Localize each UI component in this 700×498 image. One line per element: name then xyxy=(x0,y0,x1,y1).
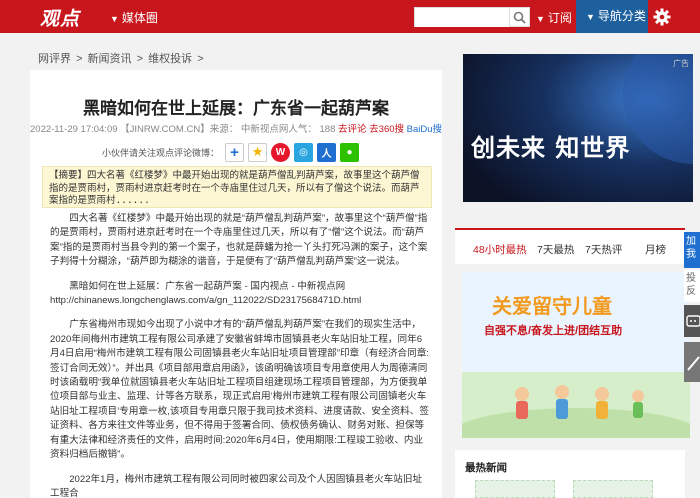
search-button[interactable] xyxy=(510,7,530,27)
chat-icon xyxy=(686,315,700,327)
media-menu-label: 媒体圈 xyxy=(121,11,158,25)
media-menu[interactable]: ▼ 媒体圈 xyxy=(110,9,158,26)
share-wechat-icon[interactable]: ● xyxy=(340,142,360,162)
site-logo[interactable]: 观点 xyxy=(40,4,80,31)
settings-gear-button[interactable] xyxy=(652,7,672,27)
tab-7d-hot[interactable]: 7天最热 xyxy=(537,242,574,257)
breadcrumb-link-complaints[interactable]: 维权投诉 xyxy=(148,53,192,65)
nav-category-label: 导航分类 xyxy=(597,9,646,23)
ad-children-illustration xyxy=(462,385,690,438)
article-views: 188 xyxy=(319,124,336,135)
article-meta: 2022-11-29 17:04:09 【JINRW.COM.CN】来源： 中新… xyxy=(30,121,442,135)
search-box xyxy=(414,7,510,27)
caret-down-icon: ▼ xyxy=(586,12,595,22)
latest-news-title: 最热新闻 xyxy=(465,462,507,474)
tab-monthly[interactable]: 月榜 xyxy=(645,242,666,257)
article-author: 中新视点网人气： xyxy=(240,124,317,135)
share-tencent-icon[interactable]: ◎ xyxy=(294,142,314,162)
ad-top-text: 创未来 知世界 xyxy=(471,134,631,162)
share-weibo-icon[interactable]: W xyxy=(271,142,291,162)
ranking-tabs: 48小时最热 7天最热 7天热评 月榜 xyxy=(455,228,685,264)
breadcrumb-separator: > xyxy=(136,53,144,65)
nav-category-menu[interactable]: ▼ 导航分类 xyxy=(576,0,648,33)
tab-48h-hot[interactable]: 48小时最热 xyxy=(473,242,527,257)
article-date: 2022-11-29 17:04:09 xyxy=(30,124,118,135)
float-feedback-button[interactable]: 投反 xyxy=(684,270,700,302)
share-renren-icon[interactable]: 人 xyxy=(317,142,337,162)
source-label: 来源： xyxy=(209,124,239,135)
article-source: 【JINRW.COM.CN】 xyxy=(120,124,210,135)
float-edit-button[interactable] xyxy=(684,342,700,382)
gear-icon xyxy=(653,8,671,26)
article-title: 黑暗如何在世上延展：广东省一起葫芦案 xyxy=(83,99,389,119)
caret-down-icon: ▼ xyxy=(110,14,119,24)
subscribe-menu[interactable]: ▼ 订阅 xyxy=(536,9,572,26)
search-icon xyxy=(513,11,526,24)
breadcrumb: 网评界 > 新闻资讯 > 维权投诉 > xyxy=(38,50,206,66)
float-follow-button[interactable]: 加我 xyxy=(684,232,700,268)
article-paragraph: 2022年1月，梅州市建筑工程有限公司同时被四家公司及个人因固镇县老火车站旧址工… xyxy=(50,473,423,498)
share-plus-icon[interactable]: + xyxy=(225,142,245,162)
article-summary: 【摘要】四大名著《红楼梦》中最开始出现的就是葫芦僧乱判葫芦案，故事里这个葫芦僧指… xyxy=(42,166,432,208)
article-paragraph: 四大名著《红楼梦》中最开始出现的就是“葫芦僧乱判葫芦案”，故事里这个“葫芦僧”指… xyxy=(50,213,428,268)
ad-banner-children[interactable]: 关爱留守儿童 自强不息/奋发上进/团结互助 xyxy=(462,272,690,438)
ad-banner-top[interactable]: 广告 创未来 知世界 xyxy=(463,54,693,202)
latest-news-thumb[interactable] xyxy=(573,480,653,498)
breadcrumb-link-news[interactable]: 新闻资讯 xyxy=(88,53,132,65)
latest-news-panel: 最热新闻 xyxy=(455,450,685,498)
tab-7d-comments[interactable]: 7天热评 xyxy=(585,242,622,257)
ad-mid-title: 关爱留守儿童 xyxy=(492,294,612,318)
article-paragraph: 广东省梅州市现如今出现了小说中才有的“葫芦僧乱判葫芦案”在我们的现实生活中，20… xyxy=(50,319,429,461)
latest-news-thumb[interactable] xyxy=(475,480,555,498)
share-qzone-icon[interactable]: ★ xyxy=(248,142,268,162)
breadcrumb-link-home[interactable]: 网评界 xyxy=(38,53,71,65)
breadcrumb-separator: > xyxy=(76,53,83,65)
breadcrumb-separator: > xyxy=(197,53,204,65)
subscribe-label: 订阅 xyxy=(547,11,572,25)
top-nav-bar: 观点 ▼ 媒体圈 ▼ 订阅 ▼ 导航分类 xyxy=(0,0,700,33)
search-baidu-link[interactable]: BaiDu搜 xyxy=(407,124,442,135)
pencil-icon xyxy=(687,356,700,371)
article-panel: 黑暗如何在世上延展：广东省一起葫芦案 2022-11-29 17:04:09 【… xyxy=(30,70,442,498)
share-bar: 小伙伴请关注观点评论微博： + ★ W ◎ 人 ● xyxy=(102,142,363,162)
search-input[interactable] xyxy=(415,9,509,27)
share-label: 小伙伴请关注观点评论微博： xyxy=(102,147,220,158)
ad-mid-slogan: 自强不息/奋发上进/团结互助 xyxy=(484,325,623,337)
search-360-link[interactable]: 去360搜 xyxy=(369,124,404,135)
article-paragraph-link[interactable]: 黑暗如何在世上延展：广东省一起葫芦案 - 国内视点 - 中新视点网 http:/… xyxy=(50,280,430,309)
caret-down-icon: ▼ xyxy=(536,14,545,24)
ad-tag: 广告 xyxy=(673,59,689,68)
float-chat-button[interactable] xyxy=(684,305,700,337)
comment-link[interactable]: 去评论 xyxy=(338,124,367,135)
article-body: 四大名著《红楼梦》中最开始出现的就是“葫芦僧乱判葫芦案”，故事里这个“葫芦僧”指… xyxy=(50,212,430,498)
ad-mid-illustration xyxy=(462,372,690,438)
